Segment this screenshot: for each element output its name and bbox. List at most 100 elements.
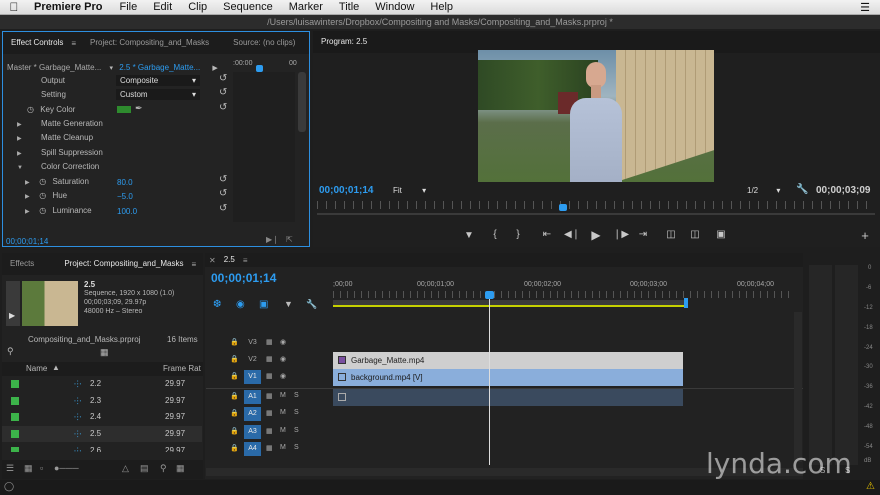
stopwatch-icon[interactable]: ◷ (39, 191, 46, 200)
reset-icon[interactable]: ↺ (219, 188, 227, 199)
close-icon[interactable]: ✕ (209, 256, 216, 265)
track-header-v3[interactable]: 🔒 V3 ▦ ◉ (206, 336, 331, 352)
expand-triangle-icon[interactable]: ▶ (25, 190, 35, 204)
reset-icon[interactable]: ↺ (219, 174, 227, 185)
menu-marker[interactable]: Marker (281, 1, 331, 13)
track-name[interactable]: A3 (244, 425, 261, 439)
list-item[interactable]: ⸭ 2.2 29.97 (2, 376, 202, 392)
timeline-playhead-marker[interactable] (485, 291, 494, 299)
film-icon[interactable]: ▦ (266, 409, 273, 417)
go-to-out-button[interactable]: ⇥ (636, 229, 650, 240)
program-timecode[interactable]: 00;00;01;14 (319, 185, 373, 196)
step-forward-button[interactable]: ❘▶ (613, 229, 629, 240)
mark-in-button[interactable]: { (488, 229, 502, 240)
clip-label[interactable]: 2.5 * Garbage_Matte... (119, 63, 200, 72)
go-to-in-button[interactable]: ⇤ (540, 229, 554, 240)
col-frame-header[interactable]: Frame Rat (163, 364, 201, 373)
audio-icon[interactable]: ▶❘ (266, 235, 279, 244)
mute-button[interactable]: M (280, 409, 286, 416)
program-playhead[interactable] (559, 204, 567, 211)
timeline-timecode[interactable]: 00;00;01;14 (211, 271, 276, 285)
spill-suppression-row[interactable]: ▶ Spill Suppression (17, 146, 103, 160)
panel-menu-icon[interactable]: ≡ (191, 260, 196, 269)
tab-program[interactable]: Program: 2.5 (313, 31, 375, 53)
lock-icon[interactable]: 🔒 (230, 427, 239, 435)
export-icon[interactable]: ⇱ (286, 235, 293, 244)
tab-project-active[interactable]: Project: Compositing_and_Masks (56, 253, 191, 275)
menu-clip[interactable]: Clip (180, 1, 215, 13)
list-icon[interactable]: ☰ (860, 1, 880, 14)
mark-out-button[interactable]: } (511, 229, 525, 240)
track-header-a1[interactable]: 🔒 A1 ▦ M S (206, 390, 331, 406)
film-icon[interactable]: ▦ (266, 392, 273, 400)
menu-window[interactable]: Window (367, 1, 422, 13)
tab-effects[interactable]: Effects (2, 253, 42, 275)
resolution-dropdown[interactable]: 1/2 ▾ (747, 186, 780, 195)
track-name[interactable]: A4 (244, 442, 261, 456)
stopwatch-icon[interactable]: ◷ (27, 105, 34, 114)
expand-triangle-icon[interactable]: ▶ (17, 132, 27, 146)
eyedropper-icon[interactable]: ✒ (135, 103, 143, 114)
lock-icon[interactable]: 🔒 (230, 392, 239, 400)
film-icon[interactable]: ▦ (266, 427, 273, 435)
matte-cleanup-row[interactable]: ▶ Matte Cleanup (17, 131, 93, 145)
lock-icon[interactable]: 🔒 (230, 409, 239, 417)
play-triangle-icon[interactable]: ▶ (212, 65, 217, 72)
timeline-v-scrollbar[interactable] (794, 312, 802, 462)
extract-button[interactable]: ◫ (688, 229, 702, 240)
track-header-a2[interactable]: 🔒 A2 ▦ M S (206, 407, 331, 423)
col-name-header[interactable]: Name (26, 364, 47, 373)
stopwatch-icon[interactable]: ◷ (39, 177, 46, 186)
wrench-icon[interactable]: 🔧 (306, 299, 317, 310)
track-header-a3[interactable]: 🔒 A3 ▦ M S (206, 425, 331, 441)
list-item[interactable]: ⸭ 2.6 29.97 (2, 443, 202, 452)
expand-triangle-icon[interactable]: ▶ (17, 118, 27, 132)
linked-selection-icon[interactable]: ◉ (236, 299, 245, 310)
ec-playhead-marker[interactable] (256, 65, 263, 72)
panel-menu-icon[interactable]: ≡ (71, 39, 76, 48)
search-icon[interactable]: ⚲ (7, 346, 14, 357)
sort-icons-icon[interactable]: △ (122, 463, 129, 474)
solo-button[interactable]: S (294, 444, 299, 451)
eye-icon[interactable]: ◉ (280, 372, 286, 380)
status-indicator-icon[interactable]: ◯ (4, 481, 14, 492)
clip-background[interactable]: background.mp4 [V] (333, 369, 683, 386)
mute-button[interactable]: M (280, 392, 286, 399)
track-header-v2[interactable]: 🔒 V2 ▦ ◉ (206, 353, 331, 369)
stopwatch-icon[interactable]: ◷ (39, 206, 46, 215)
track-header-a4[interactable]: 🔒 A4 ▦ M S (206, 442, 331, 458)
collapse-triangle-icon[interactable]: ▼ (17, 161, 27, 175)
hue-value[interactable]: −5.0 (117, 192, 133, 201)
list-view-icon[interactable]: ☰ (6, 463, 14, 474)
setting-dropdown[interactable]: Custom (116, 89, 200, 100)
solo-button[interactable]: S (294, 427, 299, 434)
reset-icon[interactable]: ↺ (219, 87, 227, 98)
program-scrub-bar[interactable] (317, 213, 875, 215)
work-area-end-marker[interactable] (684, 298, 688, 308)
play-button[interactable]: ▶ (589, 228, 603, 242)
color-correction-row[interactable]: ▼ Color Correction (17, 160, 99, 174)
wrench-icon[interactable]: 🔧 (796, 184, 808, 195)
lock-icon[interactable]: 🔒 (230, 444, 239, 452)
find-icon[interactable]: ⚲ (160, 463, 167, 474)
menu-help[interactable]: Help (422, 1, 461, 13)
menu-edit[interactable]: Edit (145, 1, 180, 13)
clip-audio-a1[interactable] (333, 389, 683, 406)
luminance-value[interactable]: 100.0 (117, 207, 137, 216)
eye-icon[interactable]: ◉ (280, 338, 286, 346)
mute-button[interactable]: M (280, 444, 286, 451)
output-dropdown[interactable]: Composite (116, 75, 200, 86)
film-icon[interactable]: ▦ (266, 355, 273, 363)
apple-icon[interactable]:  (0, 0, 28, 14)
menu-sequence[interactable]: Sequence (215, 1, 281, 13)
track-name[interactable]: A2 (244, 407, 261, 421)
tab-sequence[interactable]: 2.5 (216, 253, 243, 267)
add-marker-icon[interactable]: ▼ (284, 299, 293, 309)
sort-up-icon[interactable]: ▲ (52, 363, 60, 372)
matte-generation-row[interactable]: ▶ Matte Generation (17, 117, 103, 131)
nest-icon[interactable]: ▣ (259, 299, 268, 310)
warning-icon[interactable]: ⚠ (866, 481, 875, 492)
solo-button[interactable]: S (294, 409, 299, 416)
add-button-icon[interactable]: + (858, 228, 872, 243)
film-icon[interactable]: ▦ (266, 444, 273, 452)
